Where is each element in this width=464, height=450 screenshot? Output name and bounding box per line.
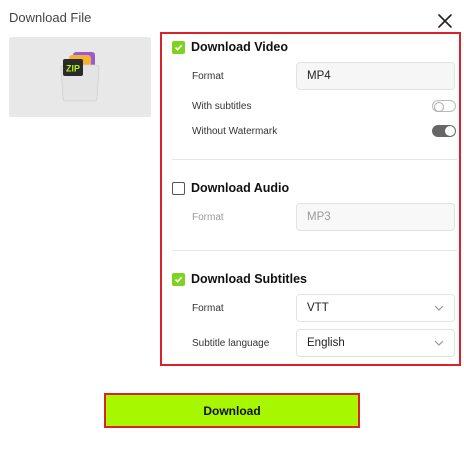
dialog-title: Download File — [9, 10, 92, 25]
download-subtitles-option[interactable]: Download Subtitles — [172, 272, 307, 286]
download-audio-option[interactable]: Download Audio — [172, 181, 289, 195]
download-button[interactable]: Download — [104, 393, 360, 428]
close-icon — [438, 14, 452, 28]
video-option-label: Download Video — [191, 40, 288, 54]
video-checkbox[interactable] — [172, 40, 185, 54]
subtitle-format-value: VTT — [307, 302, 329, 314]
section-divider — [172, 250, 457, 251]
subtitles-option-label: Download Subtitles — [191, 272, 307, 286]
without-watermark-toggle[interactable] — [432, 125, 456, 137]
chevron-down-icon — [434, 305, 444, 311]
toggle-knob — [434, 102, 444, 112]
audio-format-field[interactable]: MP3 — [296, 203, 455, 231]
video-format-field[interactable]: MP4 — [296, 62, 455, 90]
subtitle-format-select[interactable]: VTT — [296, 294, 455, 322]
without-watermark-label: Without Watermark — [192, 126, 278, 137]
with-subtitles-toggle[interactable] — [432, 100, 456, 112]
svg-text:ZIP: ZIP — [66, 64, 80, 74]
subtitle-language-value: English — [307, 337, 345, 349]
download-video-option[interactable]: Download Video — [172, 40, 288, 54]
toggle-knob — [445, 126, 455, 136]
audio-format-label: Format — [192, 212, 224, 223]
subtitle-language-label: Subtitle language — [192, 338, 270, 349]
video-format-label: Format — [192, 71, 224, 82]
subtitle-format-label: Format — [192, 303, 224, 314]
audio-option-label: Download Audio — [191, 181, 290, 195]
checkmark-icon — [174, 276, 183, 283]
audio-checkbox[interactable] — [172, 181, 185, 195]
audio-format-value: MP3 — [307, 211, 331, 223]
chevron-down-icon — [434, 340, 444, 346]
video-format-value: MP4 — [307, 70, 331, 82]
with-subtitles-label: With subtitles — [192, 101, 252, 112]
checkmark-icon — [174, 44, 183, 51]
zip-file-icon: ZIP — [60, 52, 100, 102]
file-thumbnail: ZIP — [9, 37, 151, 117]
subtitle-language-select[interactable]: English — [296, 329, 455, 357]
download-options-panel: Download Video Format MP4 With subtitles… — [160, 32, 461, 366]
section-divider — [172, 159, 457, 160]
close-button[interactable] — [436, 12, 454, 30]
download-button-label: Download — [203, 403, 261, 418]
subtitles-checkbox[interactable] — [172, 272, 185, 286]
